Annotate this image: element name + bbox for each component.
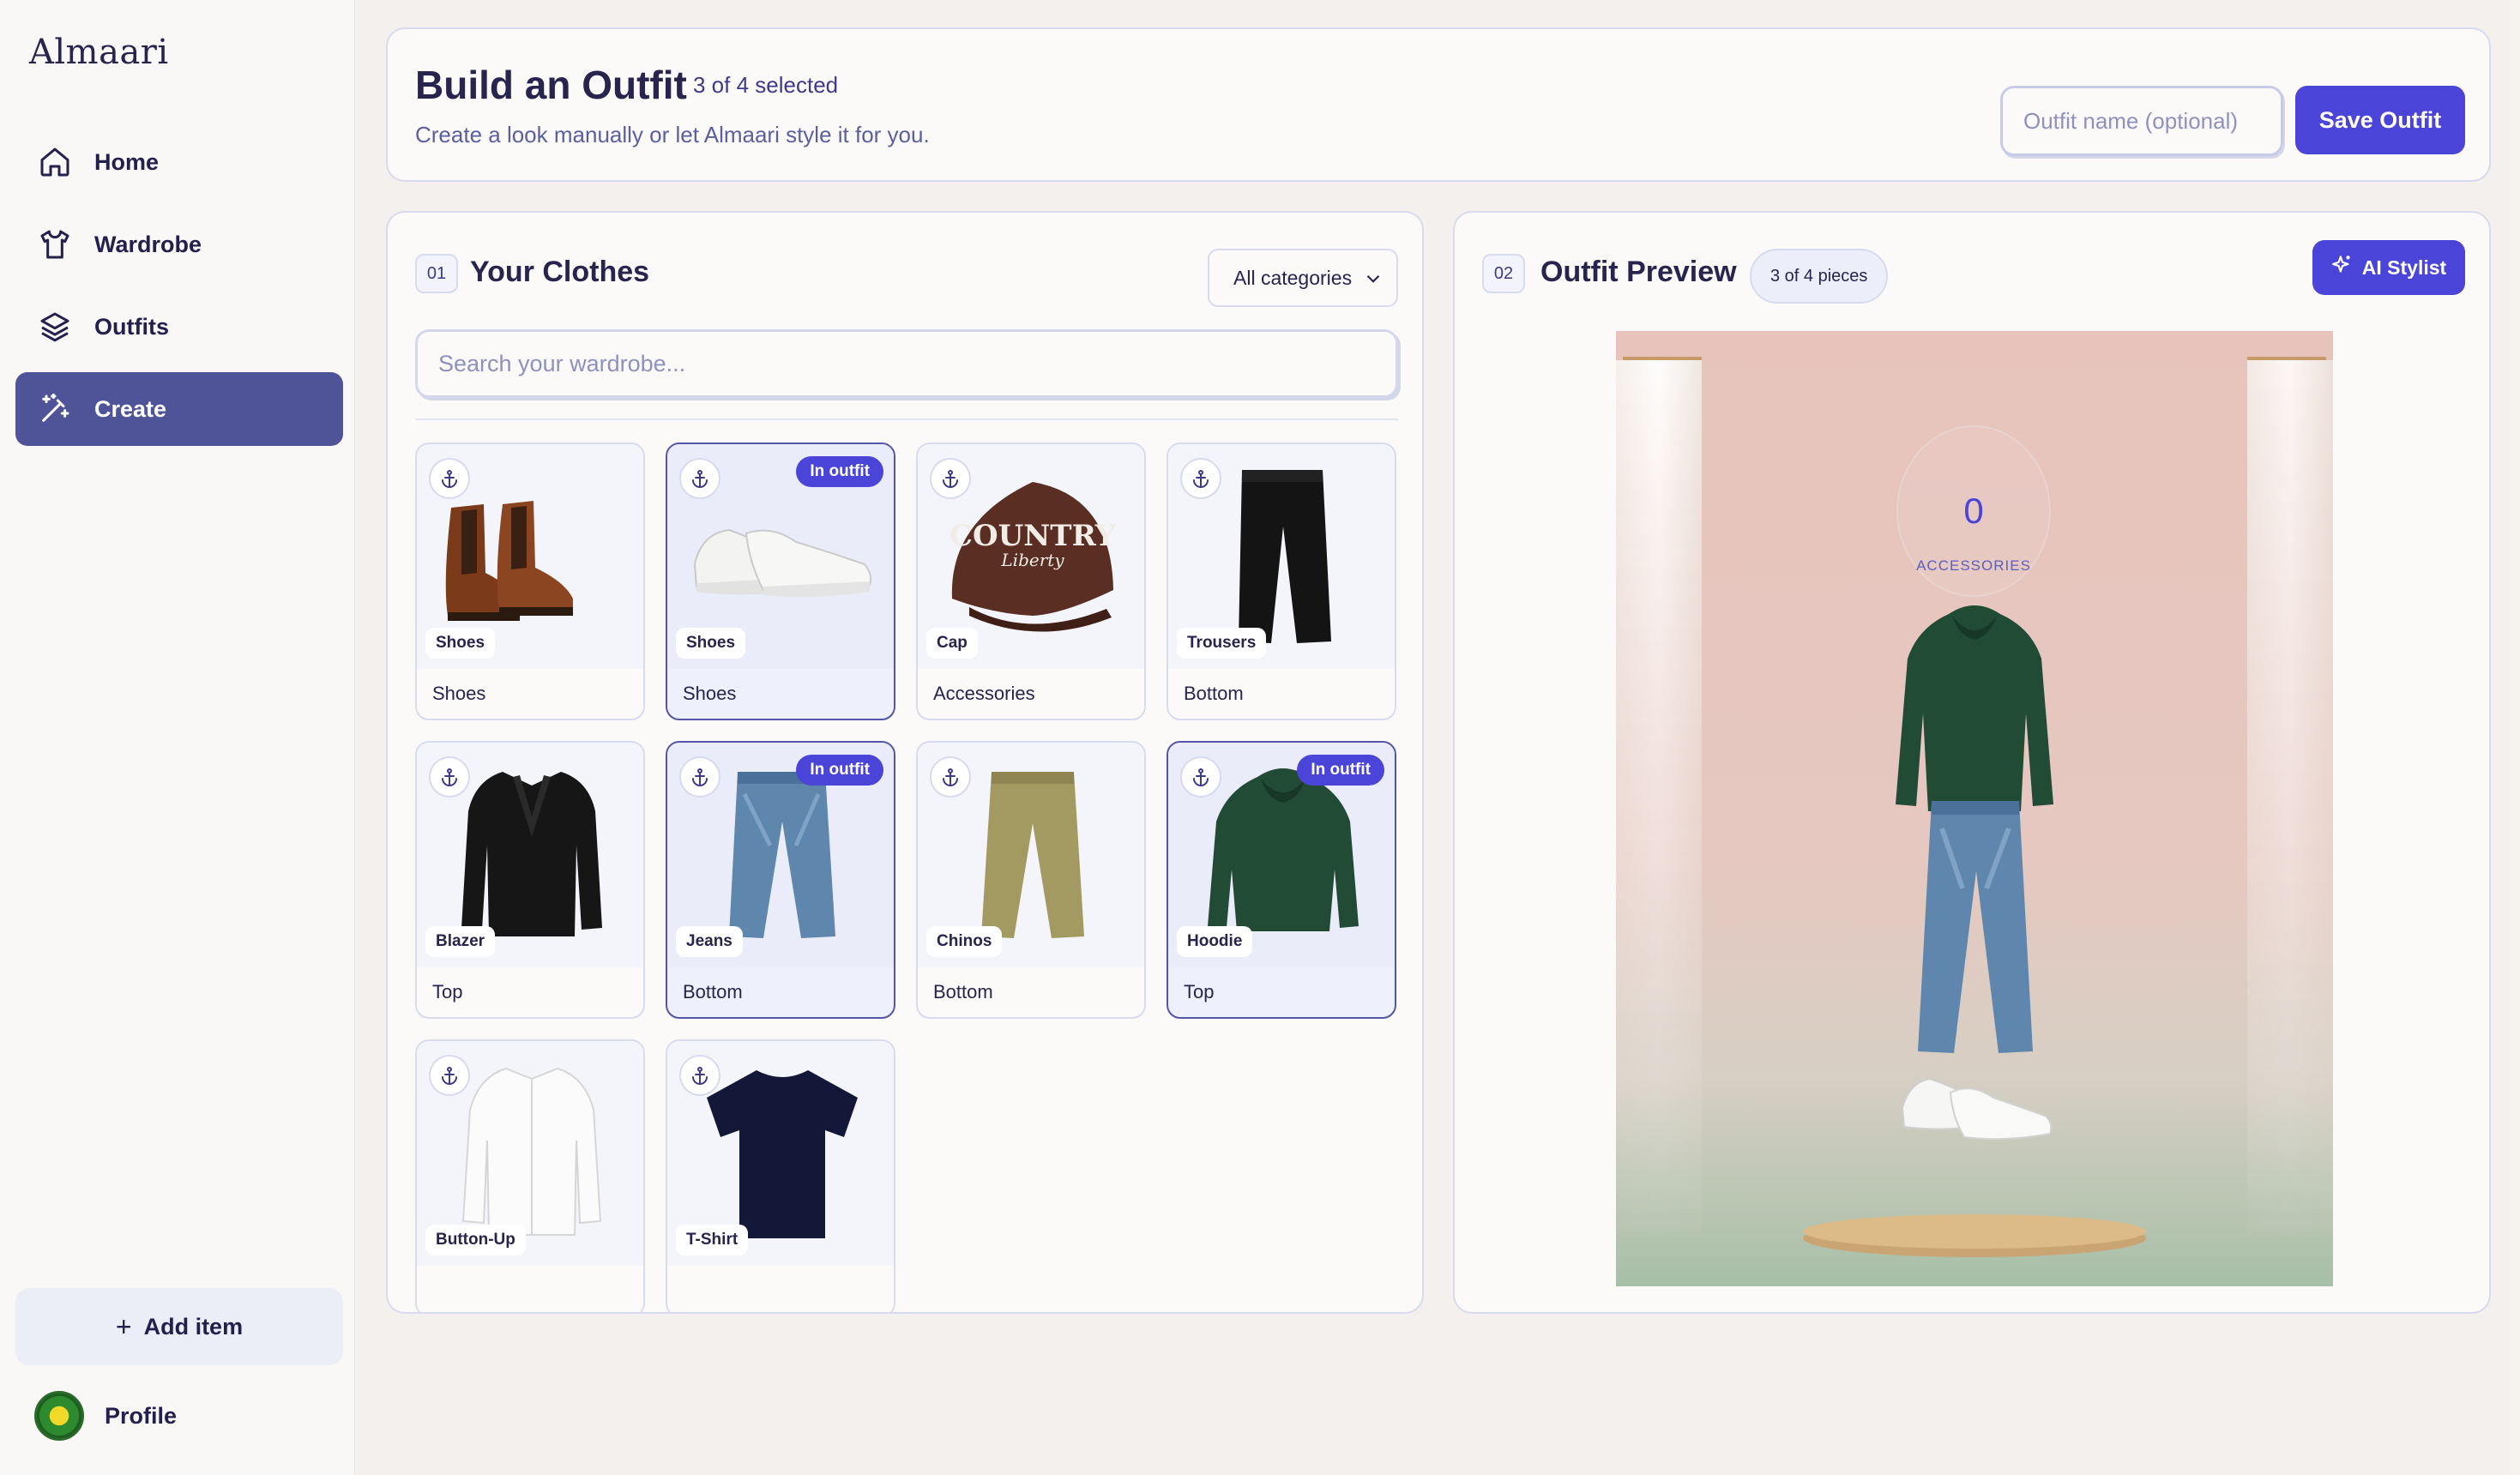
clothes-tile[interactable]: Shoes Shoes (415, 442, 645, 720)
accessories-slot[interactable]: 0 ACCESSORIES (1896, 425, 2051, 597)
clothes-tile[interactable]: Chinos Bottom (916, 741, 1146, 1019)
item-name-tag: Jeans (676, 926, 743, 957)
cap-print-script: Liberty (1000, 550, 1064, 570)
add-item-button[interactable]: + Add item (15, 1288, 343, 1365)
clothes-tile[interactable]: In outfit Hoodie Top (1167, 741, 1396, 1019)
item-category: Top (432, 981, 463, 1002)
magic-wand-icon (36, 390, 74, 428)
clothes-tile[interactable]: T-Shirt (666, 1039, 895, 1312)
sidebar-item-wardrobe[interactable]: Wardrobe (15, 208, 343, 281)
anchor-icon[interactable] (679, 756, 720, 798)
ai-stylist-label: AI Stylist (2361, 256, 2447, 279)
chevron-down-icon (1362, 268, 1384, 295)
item-name-tag: T-Shirt (676, 1225, 749, 1255)
item-category: Bottom (1184, 683, 1244, 704)
clothes-tile[interactable]: Trousers Bottom (1167, 442, 1396, 720)
item-name-tag: Shoes (676, 628, 746, 659)
accessories-label: ACCESSORIES (1916, 557, 2031, 574)
outfit-preview-panel: 02 Outfit Preview 3 of 4 pieces AI Styli… (1453, 211, 2491, 1314)
clothes-tile[interactable]: Blazer Top (415, 741, 645, 1019)
selected-count: 3 of 4 selected (693, 72, 839, 98)
in-outfit-badge: In outfit (796, 456, 883, 487)
sparkles-icon (2331, 254, 2362, 281)
sidebar-item-outfits[interactable]: Outfits (15, 290, 343, 364)
scrollbar-track[interactable] (2510, 0, 2520, 1475)
sidebar-item-label: Outfits (94, 313, 169, 340)
anchor-icon[interactable] (930, 458, 971, 499)
brand-logo[interactable]: Almaari (29, 33, 169, 72)
sidebar-item-create[interactable]: Create (15, 372, 343, 446)
item-category: Accessories (933, 683, 1035, 704)
sidebar-nav: Home Wardrobe Outfits Create (15, 125, 343, 455)
ai-stylist-button[interactable]: AI Stylist (2312, 240, 2465, 295)
sidebar: Almaari Home Wardrobe Outfits Create + A… (0, 0, 355, 1475)
header-card: Build an Outfit 3 of 4 selected Create a… (386, 27, 2491, 182)
cap-print-text: COUNTRY (950, 519, 1117, 553)
item-category: Bottom (933, 981, 993, 1002)
sidebar-item-label: Create (94, 395, 167, 422)
in-outfit-badge: In outfit (796, 755, 883, 786)
clothes-panel: 01 Your Clothes All categories Shoes Sho… (386, 211, 1424, 1314)
profile-label: Profile (105, 1402, 178, 1429)
item-category: Bottom (683, 981, 743, 1002)
outfit-name-input[interactable] (2000, 86, 2283, 156)
clothes-tile[interactable]: In outfit Shoes Shoes (666, 442, 895, 720)
item-category: Shoes (683, 683, 737, 704)
accessories-count: 0 (1963, 491, 1984, 531)
home-icon (36, 143, 74, 181)
anchor-icon[interactable] (429, 756, 470, 798)
shirt-icon (36, 226, 74, 263)
clothes-tile[interactable]: COUNTRY Liberty Cap Accessories (916, 442, 1146, 720)
sidebar-item-label: Wardrobe (94, 231, 202, 257)
section-number: 02 (1482, 254, 1525, 293)
layers-icon (36, 308, 74, 346)
anchor-icon[interactable] (429, 458, 470, 499)
avatar (34, 1391, 84, 1441)
profile-link[interactable]: Profile (34, 1391, 177, 1441)
in-outfit-badge: In outfit (1297, 755, 1384, 786)
pieces-count-pill: 3 of 4 pieces (1750, 249, 1889, 304)
anchor-icon[interactable] (1180, 458, 1221, 499)
item-name-tag: Button-Up (425, 1225, 526, 1255)
item-name-tag: Chinos (926, 926, 1003, 957)
category-select[interactable]: All categories (1208, 249, 1398, 307)
outfit-stage: 0 ACCESSORIES (1616, 331, 2333, 1286)
anchor-icon[interactable] (429, 1055, 470, 1096)
item-name-tag: Shoes (425, 628, 496, 659)
item-name-tag: Blazer (425, 926, 496, 957)
add-item-label: Add item (143, 1313, 244, 1340)
sidebar-item-home[interactable]: Home (15, 125, 343, 199)
section-title: Your Clothes (470, 256, 650, 288)
item-category: Top (1184, 981, 1215, 1002)
page-subtitle: Create a look manually or let Almaari st… (415, 122, 930, 148)
section-number: 01 (415, 254, 458, 293)
category-select-value: All categories (1233, 266, 1353, 289)
item-name-tag: Cap (926, 628, 978, 659)
anchor-icon[interactable] (1180, 756, 1221, 798)
divider (415, 418, 1398, 420)
clothes-tile[interactable]: In outfit Jeans Bottom (666, 741, 895, 1019)
item-name-tag: Trousers (1177, 628, 1267, 659)
save-outfit-button[interactable]: Save Outfit (2295, 86, 2465, 154)
anchor-icon[interactable] (679, 1055, 720, 1096)
item-category: Shoes (432, 683, 486, 704)
plus-icon: + (115, 1310, 132, 1342)
section-title: Outfit Preview (1540, 256, 1737, 288)
wardrobe-search-input[interactable] (415, 329, 1398, 398)
anchor-icon[interactable] (930, 756, 971, 798)
page-title: Build an Outfit (415, 63, 687, 107)
anchor-icon[interactable] (679, 458, 720, 499)
clothes-tile[interactable]: Button-Up (415, 1039, 645, 1312)
sidebar-item-label: Home (94, 148, 160, 175)
item-name-tag: Hoodie (1177, 926, 1253, 957)
